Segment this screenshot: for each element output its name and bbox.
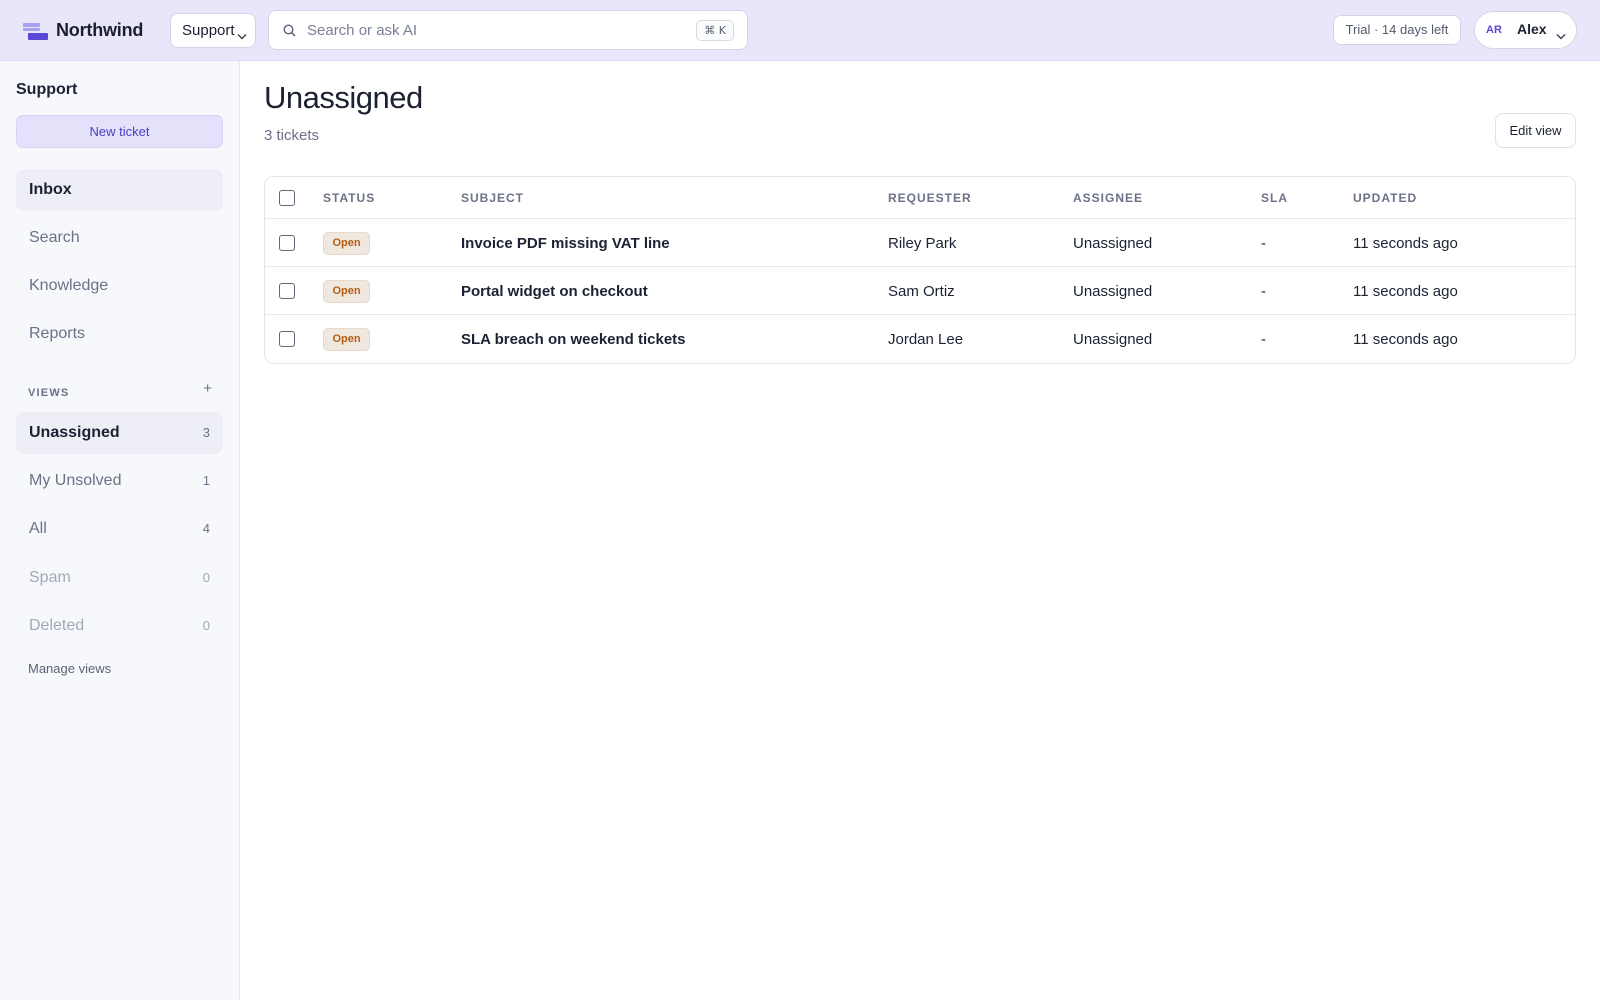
sidebar-item-label: Search	[29, 229, 80, 246]
ticket-sla: -	[1261, 235, 1266, 252]
sidebar-item-inbox[interactable]: Inbox	[16, 169, 223, 211]
view-item-count: 0	[202, 618, 210, 633]
ticket-assignee: Unassigned	[1073, 235, 1153, 252]
status-badge: Open	[323, 232, 370, 255]
view-item-count: 1	[202, 473, 210, 488]
ticket-subject[interactable]: SLA breach on weekend tickets	[461, 331, 686, 348]
view-item-deleted[interactable]: Deleted 0	[16, 605, 223, 647]
user-name: Alex	[1517, 21, 1547, 37]
chevron-down-icon	[237, 27, 247, 44]
ticket-sla: -	[1261, 283, 1266, 300]
view-item-unassigned[interactable]: Unassigned 3	[16, 412, 223, 454]
table-row[interactable]: Open SLA breach on weekend tickets Jorda…	[265, 315, 1575, 363]
manage-views-link[interactable]: Manage views	[28, 661, 111, 676]
column-header-updated[interactable]: UPDATED	[1353, 191, 1417, 205]
row-checkbox[interactable]	[279, 283, 295, 299]
status-badge: Open	[323, 328, 370, 351]
sidebar-item-label: Reports	[29, 325, 86, 342]
page-title: Unassigned	[264, 80, 423, 115]
view-item-count: 3	[202, 425, 210, 440]
search-shortcut-hint: ⌘ K	[696, 20, 734, 41]
view-item-my-unsolved[interactable]: My Unsolved 1	[16, 460, 223, 502]
search-icon	[283, 24, 296, 42]
sidebar-title: Support	[16, 81, 78, 98]
view-item-all[interactable]: All 4	[16, 508, 223, 550]
edit-view-button[interactable]: Edit view	[1495, 113, 1576, 148]
ticket-count: 3 tickets	[264, 127, 320, 144]
tickets-table: STATUS SUBJECT REQUESTER ASSIGNEE SLA UP…	[264, 176, 1576, 364]
avatar: AR	[1486, 24, 1502, 36]
ticket-requester: Riley Park	[888, 235, 957, 252]
ticket-updated: 11 seconds ago	[1353, 283, 1458, 300]
trial-badge[interactable]: Trial · 14 days left	[1333, 15, 1461, 45]
sidebar-item-label: Inbox	[29, 181, 72, 198]
table-row[interactable]: Open Invoice PDF missing VAT line Riley …	[265, 219, 1575, 267]
view-item-spam[interactable]: Spam 0	[16, 557, 223, 599]
northwind-logo-icon	[23, 21, 48, 40]
column-header-sla[interactable]: SLA	[1261, 191, 1288, 205]
table-header: STATUS SUBJECT REQUESTER ASSIGNEE SLA UP…	[265, 177, 1575, 219]
view-item-label: My Unsolved	[29, 472, 122, 489]
column-header-requester[interactable]: REQUESTER	[888, 191, 972, 205]
new-ticket-button[interactable]: New ticket	[16, 115, 223, 148]
ticket-assignee: Unassigned	[1073, 331, 1153, 348]
plus-icon[interactable]: +	[203, 380, 212, 397]
sidebar-item-search[interactable]: Search	[16, 217, 223, 259]
view-item-label: All	[29, 520, 47, 537]
ticket-requester: Jordan Lee	[888, 331, 964, 348]
view-item-label: Unassigned	[29, 424, 120, 441]
ticket-subject[interactable]: Portal widget on checkout	[461, 283, 648, 300]
sidebar-item-knowledge[interactable]: Knowledge	[16, 265, 223, 307]
ticket-sla: -	[1261, 331, 1266, 348]
main-content: Unassigned 3 tickets Edit view STATUS SU…	[241, 61, 1600, 1000]
search-box[interactable]: Search or ask AI ⌘ K	[268, 10, 748, 50]
views-label: VIEWS	[28, 387, 70, 399]
sidebar-item-reports[interactable]: Reports	[16, 313, 223, 355]
column-header-assignee[interactable]: ASSIGNEE	[1073, 191, 1143, 205]
select-all-checkbox[interactable]	[279, 190, 295, 206]
ticket-assignee: Unassigned	[1073, 283, 1153, 300]
ticket-updated: 11 seconds ago	[1353, 235, 1458, 252]
sidebar-item-label: Knowledge	[29, 277, 109, 294]
ticket-subject[interactable]: Invoice PDF missing VAT line	[461, 235, 670, 252]
app-name: Northwind	[56, 19, 144, 40]
view-item-count: 4	[202, 521, 210, 536]
view-item-label: Deleted	[29, 617, 85, 634]
column-header-status[interactable]: STATUS	[323, 191, 375, 205]
sidebar: Support New ticket Inbox Search Knowledg…	[0, 61, 240, 1000]
row-checkbox[interactable]	[279, 331, 295, 347]
status-badge: Open	[323, 280, 370, 303]
app-logo[interactable]: Northwind	[23, 19, 143, 41]
row-checkbox[interactable]	[279, 235, 295, 251]
views-header: VIEWS +	[28, 380, 212, 399]
view-item-label: Spam	[29, 569, 71, 586]
ticket-requester: Sam Ortiz	[888, 283, 955, 300]
chevron-down-icon	[1556, 27, 1566, 45]
view-item-count: 0	[202, 570, 210, 585]
workspace-select[interactable]: Support	[170, 13, 256, 48]
column-header-subject[interactable]: SUBJECT	[461, 191, 524, 205]
ticket-updated: 11 seconds ago	[1353, 331, 1458, 348]
table-row[interactable]: Open Portal widget on checkout Sam Ortiz…	[265, 267, 1575, 315]
user-menu[interactable]: AR Alex	[1474, 11, 1577, 49]
workspace-label: Support	[182, 22, 235, 39]
search-input[interactable]: Search or ask AI	[307, 22, 417, 39]
top-bar: Northwind Support Search or ask AI ⌘ K T…	[0, 0, 1600, 61]
